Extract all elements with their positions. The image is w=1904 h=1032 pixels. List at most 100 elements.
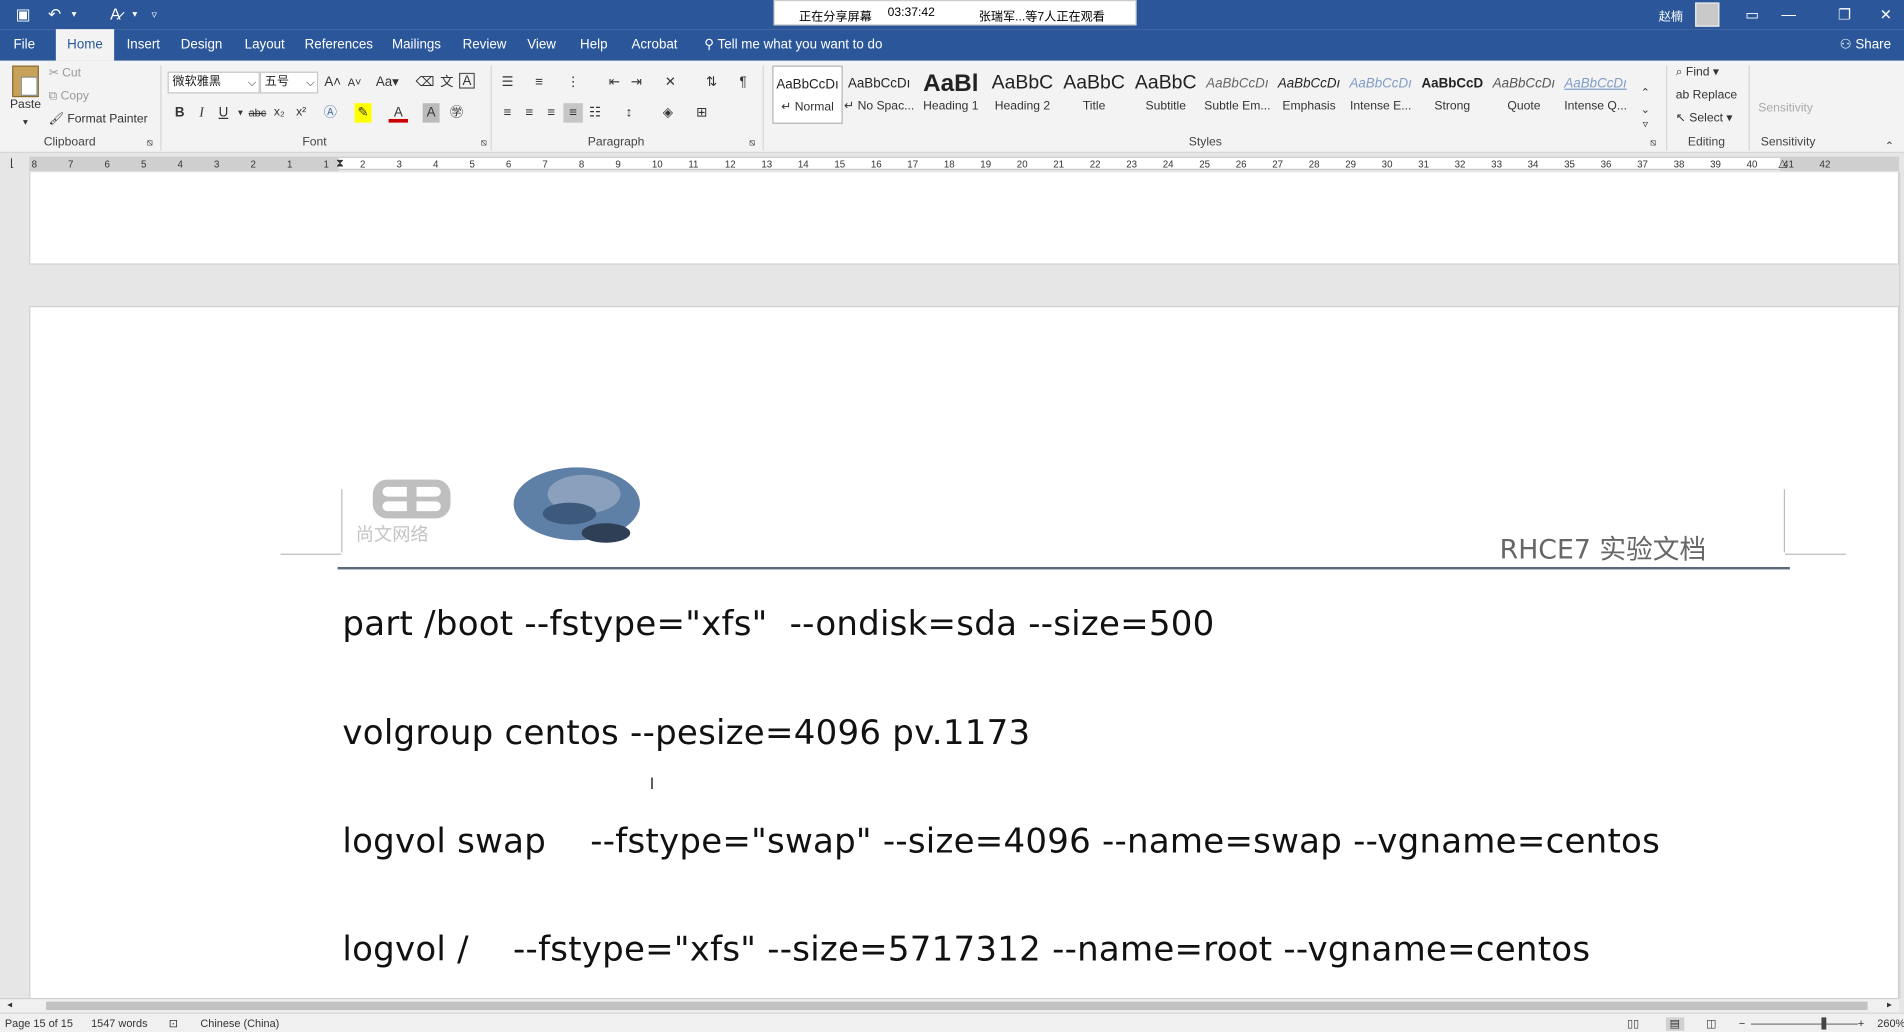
align-left-icon[interactable]: ≡ [498, 103, 517, 122]
styles-more-icon[interactable]: ▿ [1636, 114, 1655, 133]
proofing-icon[interactable]: ⊡ [169, 1017, 178, 1030]
distributed-icon[interactable]: ☷ [585, 103, 604, 122]
font-launcher-icon[interactable]: ⧅ [481, 137, 487, 149]
cut-button[interactable]: ✂ Cut [49, 67, 81, 80]
zoom-level[interactable]: 260% [1877, 1017, 1904, 1029]
increase-indent-icon[interactable]: ⇥ [627, 73, 646, 92]
font-family-select[interactable]: 微软雅黑 ⌵ [167, 71, 260, 94]
font-color-icon[interactable]: A [388, 103, 409, 123]
styles-launcher-icon[interactable]: ⧅ [1650, 137, 1656, 149]
style-no-spacing[interactable]: AaBbCcDı ↵ No Spac... [844, 66, 914, 124]
style-heading-2[interactable]: AaBbC Heading 2 [987, 66, 1057, 124]
numbering-icon[interactable]: ≡ [529, 73, 548, 92]
indent-marker-icon[interactable]: ⧗ [330, 153, 349, 172]
zoom-out-icon[interactable]: − [1739, 1017, 1745, 1029]
tab-layout[interactable]: Layout [240, 29, 289, 61]
style-quote[interactable]: AaBbCcDı Quote [1489, 66, 1559, 124]
tab-help[interactable]: Help [576, 29, 612, 61]
bullets-icon[interactable]: ☰ [498, 73, 517, 92]
undo-dropdown-icon[interactable]: ▾ [63, 4, 85, 26]
paste-button[interactable]: Paste ▾ [7, 65, 43, 132]
align-right-icon[interactable]: ≡ [542, 103, 561, 122]
character-border-icon[interactable]: A [459, 72, 475, 89]
vertical-scrollbar[interactable] [1899, 172, 1904, 998]
style-intense-emphasis[interactable]: AaBbCcDı Intense E... [1345, 66, 1415, 124]
share-button[interactable]: ⚇ Share [1840, 29, 1891, 61]
multilevel-list-icon[interactable]: ⋮ [563, 73, 582, 92]
character-shading-icon[interactable]: A [422, 103, 440, 123]
language-indicator[interactable]: Chinese (China) [200, 1017, 279, 1029]
borders-icon[interactable]: ⊞ [692, 103, 711, 122]
avatar[interactable] [1695, 2, 1720, 27]
read-mode-icon[interactable]: ▯▯ [1627, 1017, 1639, 1030]
restore-icon[interactable]: ❐ [1826, 4, 1862, 26]
select-button[interactable]: ↖ Select ▾ [1676, 112, 1733, 125]
paragraph-launcher-icon[interactable]: ⧅ [749, 137, 755, 149]
previous-page[interactable] [29, 172, 1900, 265]
user-name[interactable]: 赵楠 [1659, 6, 1683, 24]
line-spacing-icon[interactable]: ↕ [619, 103, 638, 122]
style-emphasis[interactable]: AaBbCcDı Emphasis [1274, 66, 1344, 124]
phonetic-guide-icon[interactable]: 文 [437, 73, 456, 92]
tab-view[interactable]: View [522, 29, 561, 61]
shrink-font-icon[interactable]: A˅ [345, 73, 364, 92]
style-title[interactable]: AaBbC Title [1059, 66, 1129, 124]
tab-review[interactable]: Review [459, 29, 510, 61]
decrease-indent-icon[interactable]: ⇤ [605, 73, 624, 92]
zoom-slider-thumb[interactable] [1821, 1017, 1827, 1030]
highlight-icon[interactable]: ✎ [354, 103, 372, 123]
text-effects-icon[interactable]: Ⓐ [321, 103, 340, 122]
show-marks-icon[interactable]: ¶ [733, 73, 752, 92]
zoom-slider[interactable] [1751, 1023, 1858, 1025]
style-subtle-emphasis[interactable]: AaBbCcDı Subtle Em... [1202, 66, 1272, 124]
enclosed-character-icon[interactable]: ㊫ [447, 103, 466, 122]
page-count[interactable]: Page 15 of 15 [5, 1017, 73, 1029]
shading-icon[interactable]: ◈ [658, 103, 677, 122]
justify-icon[interactable]: ≡ [563, 103, 583, 123]
tab-acrobat[interactable]: Acrobat [627, 29, 683, 61]
style-intense-quote[interactable]: AaBbCcDı Intense Q... [1560, 66, 1630, 124]
change-case-button[interactable]: Aa▾ [374, 73, 401, 92]
style-heading-1[interactable]: AaBl Heading 1 [916, 66, 986, 124]
document-line[interactable]: logvol / --fstype="xfs" --size=5717312 -… [342, 929, 1590, 969]
asian-layout-icon[interactable]: ✕ [661, 73, 680, 92]
tab-selector-icon[interactable]: ⌊ [2, 153, 21, 172]
horizontal-scroll-thumb[interactable] [46, 1001, 1868, 1011]
bold-icon[interactable]: B [170, 103, 189, 122]
align-center-icon[interactable]: ≡ [520, 103, 539, 122]
document-page[interactable]: 尚文网络 RHCE7 实验文档 part /boot --fstype="xfs… [29, 305, 1900, 998]
tab-references[interactable]: References [304, 29, 374, 61]
format-painter-button[interactable]: 🖌 Format Painter [49, 113, 148, 126]
strikethrough-icon[interactable]: abc [248, 103, 267, 122]
web-layout-icon[interactable]: ◫ [1706, 1017, 1716, 1030]
right-indent-marker-icon[interactable]: △ [1773, 153, 1792, 172]
document-line[interactable]: logvol swap --fstype="swap" --size=4096 … [342, 821, 1660, 861]
minimize-icon[interactable]: — [1770, 4, 1806, 26]
zoom-in-icon[interactable]: + [1858, 1017, 1864, 1029]
horizontal-ruler[interactable]: ⌊ 8 7 6 5 4 3 2 1 1 2 3 4 5 6 7 8 9 10 11 12 13 14 15 16 17 18 19 2… [0, 152, 1904, 173]
clear-formatting-icon[interactable]: ⌫ [415, 73, 435, 92]
style-strong[interactable]: AaBbCcD Strong [1417, 66, 1487, 124]
italic-icon[interactable]: I [192, 103, 211, 122]
sensitivity-button[interactable]: Sensitivity [1758, 102, 1813, 115]
tab-mailings[interactable]: Mailings [386, 29, 447, 61]
subscript-icon[interactable]: x₂ [270, 103, 289, 122]
grow-font-icon[interactable]: A˄ [323, 73, 342, 92]
word-count[interactable]: 1547 words [91, 1017, 148, 1029]
tab-file[interactable]: File [5, 29, 44, 61]
style-subtitle[interactable]: AaBbC Subtitle [1131, 66, 1201, 124]
document-line[interactable]: part /boot --fstype="xfs" --ondisk=sda -… [342, 603, 1214, 643]
font-size-select[interactable]: 五号 ⌵ [259, 71, 319, 94]
print-layout-icon[interactable]: ▤ [1666, 1017, 1684, 1031]
superscript-icon[interactable]: x² [291, 103, 310, 122]
ribbon-display-icon[interactable]: ▭ [1734, 4, 1770, 26]
tab-home[interactable]: Home [55, 29, 115, 61]
close-icon[interactable]: ✕ [1868, 4, 1904, 26]
save-icon[interactable]: ▣ [12, 4, 34, 26]
clipboard-launcher-icon[interactable]: ⧅ [147, 137, 153, 149]
document-line[interactable]: volgroup centos --pesize=4096 pv.1173 [342, 713, 1030, 753]
find-button[interactable]: ⌕ Find ▾ [1676, 66, 1719, 79]
tab-design[interactable]: Design [177, 29, 226, 61]
customize-qat-icon[interactable]: ▿ [143, 4, 165, 26]
copy-button[interactable]: ⧉ Copy [49, 90, 89, 103]
